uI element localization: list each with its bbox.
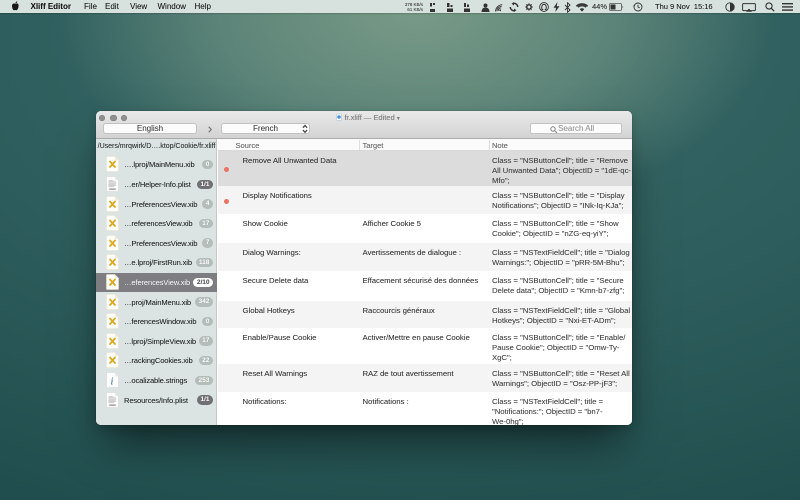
- svg-text:i: i: [111, 377, 114, 388]
